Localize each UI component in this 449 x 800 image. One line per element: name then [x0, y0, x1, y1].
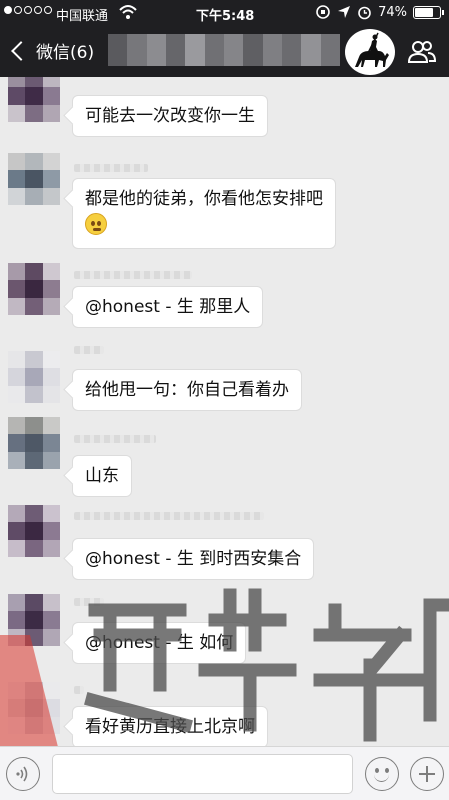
location-arrow-icon: [338, 6, 351, 18]
voice-icon: [16, 766, 28, 782]
sender-name-obscured: [74, 686, 84, 694]
sender-name-obscured: [74, 435, 156, 443]
sender-avatar[interactable]: [8, 682, 60, 734]
emoji-button[interactable]: [365, 757, 399, 791]
message-text: 山东: [85, 466, 119, 486]
plus-button[interactable]: [410, 757, 444, 791]
message-text: @honest - 生 那里人: [85, 297, 251, 317]
chat-title-obscured: [108, 34, 340, 66]
message-text: 看好黄历直接上北京啊: [85, 717, 255, 737]
battery-icon: [413, 5, 444, 19]
group-avatar-rider-icon[interactable]: [345, 29, 395, 75]
message-text-field[interactable]: [52, 754, 353, 794]
rotation-lock-icon: [316, 5, 330, 19]
clock-time: 下午5:48: [196, 9, 255, 24]
message-text: @honest - 生 如何: [85, 633, 234, 653]
sender-avatar[interactable]: [8, 77, 60, 122]
sender-name-obscured: [74, 512, 264, 520]
emoji-icon: [374, 774, 389, 782]
sender-avatar[interactable]: [8, 505, 60, 557]
status-bar: 中国联通 下午5:48 74%: [0, 0, 449, 26]
sender-name-obscured: [74, 598, 104, 606]
back-chevron-icon: [11, 40, 31, 61]
smiley-emoji: [85, 213, 107, 235]
battery-percent: 74%: [378, 4, 407, 20]
signal-strength-icon: [4, 6, 52, 14]
message-bubble[interactable]: @honest - 生 如何: [72, 622, 247, 664]
battery-level-fill: [415, 7, 433, 17]
status-right-group: 74%: [315, 4, 444, 20]
message-bubble[interactable]: 都是他的徒弟，你看他怎安排吧: [72, 178, 336, 249]
back-label: 微信(6): [36, 43, 95, 63]
people-icon[interactable]: [408, 40, 436, 64]
message-bubble[interactable]: 山东: [72, 455, 132, 497]
message-input-bar: [0, 746, 449, 800]
chat-header: 微信(6): [0, 26, 449, 77]
wifi-icon: [119, 5, 137, 19]
alarm-icon: [358, 6, 371, 19]
carrier-label: 中国联通: [56, 9, 109, 24]
message-bubble[interactable]: 看好黄历直接上北京啊: [72, 706, 268, 746]
message-text: @honest - 生 到时西安集合: [85, 549, 302, 569]
sender-name-obscured: [74, 271, 192, 279]
sender-avatar[interactable]: [8, 351, 60, 403]
message-list[interactable]: 可能去一次改变你一生 都是他的徒弟，你看他怎安排吧 @honest - 生 那里…: [0, 77, 449, 746]
message-bubble[interactable]: @honest - 生 到时西安集合: [72, 538, 315, 580]
sender-name-obscured: [74, 164, 148, 172]
voice-button[interactable]: [6, 757, 40, 791]
message-text: 可能去一次改变你一生: [85, 106, 255, 126]
message-bubble[interactable]: 可能去一次改变你一生: [72, 95, 268, 137]
message-text: 给他甩一句：你自己看着办: [85, 380, 289, 400]
back-button[interactable]: 微信(6): [8, 38, 94, 63]
message-text: 都是他的徒弟，你看他怎安排吧: [85, 189, 323, 209]
sender-name-obscured: [74, 346, 104, 354]
sender-avatar[interactable]: [8, 417, 60, 469]
message-bubble[interactable]: @honest - 生 那里人: [72, 286, 264, 328]
sender-avatar[interactable]: [8, 594, 60, 646]
message-bubble[interactable]: 给他甩一句：你自己看着办: [72, 369, 302, 411]
sender-avatar[interactable]: [8, 263, 60, 315]
sender-avatar[interactable]: [8, 153, 60, 205]
